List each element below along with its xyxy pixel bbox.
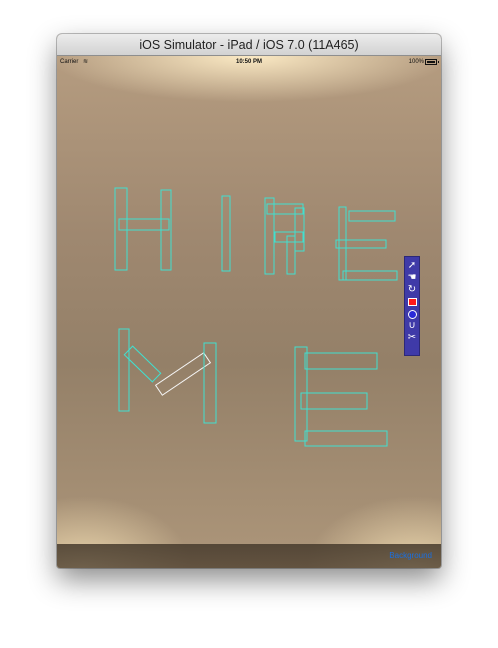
shape-rect[interactable] xyxy=(118,328,130,412)
shape-rect[interactable] xyxy=(123,345,162,383)
shape-rect-selected[interactable] xyxy=(154,352,212,396)
magnet-icon[interactable]: ∪ xyxy=(405,320,419,332)
bottom-toolbar: Background xyxy=(57,544,441,568)
rectangle-tool-button[interactable] xyxy=(405,296,419,308)
shape-rect[interactable] xyxy=(304,430,388,447)
rectangle-tool-icon xyxy=(407,298,417,306)
battery-fill xyxy=(427,61,435,63)
battery-nub xyxy=(438,61,439,63)
circle-tool-button[interactable] xyxy=(405,308,419,320)
hand-drag-icon[interactable]: ☚ xyxy=(405,272,419,284)
shape-rect[interactable] xyxy=(338,206,347,281)
background-button[interactable]: Background xyxy=(389,551,432,560)
shape-rect[interactable] xyxy=(300,392,368,410)
select-arrow-icon[interactable]: ➚ xyxy=(405,260,419,272)
status-time: 10:50 PM xyxy=(235,59,262,65)
shape-rect[interactable] xyxy=(264,197,275,275)
shape-rect[interactable] xyxy=(342,270,398,281)
shape-rect[interactable] xyxy=(266,203,304,215)
simulator-window: iOS Simulator - iPad / iOS 7.0 (11A465) … xyxy=(57,34,441,568)
shape-rect[interactable] xyxy=(221,195,231,272)
shape-rect[interactable] xyxy=(348,210,396,222)
ipad-screen: Carrier ≋ 10:50 PM 100% ➚ ☚ ↻ ∪ ✂ Backgr… xyxy=(57,56,441,568)
scissors-icon[interactable]: ✂ xyxy=(405,332,419,344)
rotate-icon[interactable]: ↻ xyxy=(405,284,419,296)
shape-rect[interactable] xyxy=(114,187,128,271)
drawing-canvas[interactable]: ➚ ☚ ↻ ∪ ✂ xyxy=(57,68,441,544)
battery-percent: 100% xyxy=(408,59,424,65)
shapes-layer xyxy=(114,187,398,447)
shape-rect[interactable] xyxy=(203,342,217,424)
shape-rect[interactable] xyxy=(335,239,387,249)
status-bar: Carrier ≋ 10:50 PM 100% xyxy=(57,56,441,68)
window-title: iOS Simulator - iPad / iOS 7.0 (11A465) xyxy=(57,34,441,56)
shape-rect[interactable] xyxy=(304,352,378,370)
circle-tool-icon xyxy=(407,309,417,319)
shape-rect[interactable] xyxy=(274,231,304,243)
tool-palette: ➚ ☚ ↻ ∪ ✂ xyxy=(404,256,420,356)
battery-icon xyxy=(425,59,439,65)
